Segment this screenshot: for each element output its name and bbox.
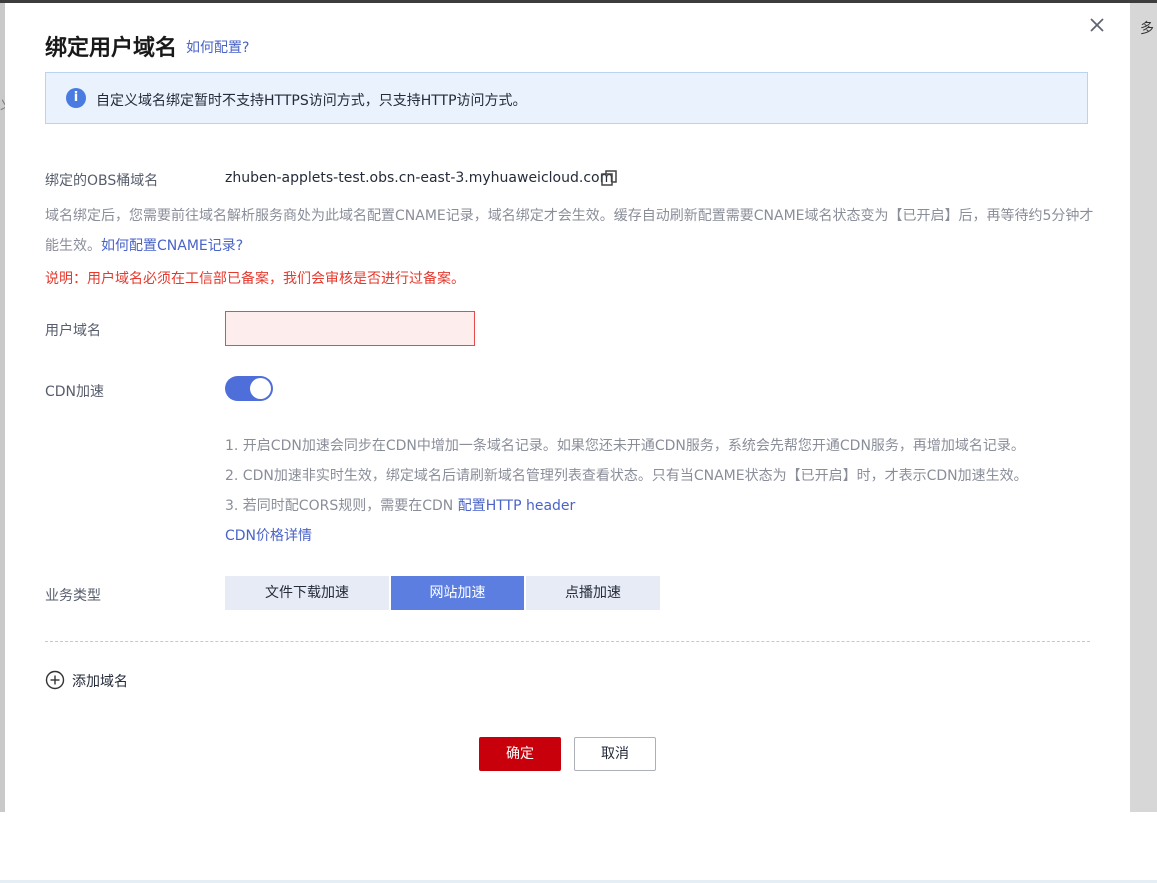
filing-warning: 说明：用户域名必须在工信部已备案，我们会审核是否进行过备案。: [45, 271, 465, 287]
business-option-file-download[interactable]: 文件下载加速: [225, 576, 389, 610]
bind-domain-dialog: 绑定用户域名 如何配置? i 自定义域名绑定暂时不支持HTTPS访问方式，只支持…: [5, 3, 1130, 812]
cdn-note-3: 3. 若同时配CORS规则，需要在CDN 配置HTTP header: [225, 491, 1028, 521]
page-background-right: [1130, 3, 1157, 812]
business-option-vod[interactable]: 点播加速: [526, 576, 660, 610]
page-bottom-area: [0, 812, 1157, 883]
divider: [45, 641, 1090, 642]
add-domain-label: 添加域名: [72, 674, 128, 690]
obs-domain-label: 绑定的OBS桶域名: [45, 173, 159, 189]
https-notice: i 自定义域名绑定暂时不支持HTTPS访问方式，只支持HTTP访问方式。: [45, 72, 1088, 124]
cdn-notes: 1. 开启CDN加速会同步在CDN中增加一条域名记录。如果您还未开通CDN服务，…: [225, 431, 1028, 521]
user-domain-label: 用户域名: [45, 323, 101, 339]
cdn-label: CDN加速: [45, 384, 105, 400]
cdn-note-3-text: 3. 若同时配CORS规则，需要在CDN: [225, 498, 458, 514]
notice-text: 自定义域名绑定暂时不支持HTTPS访问方式，只支持HTTP访问方式。: [96, 93, 527, 109]
cancel-button[interactable]: 取消: [574, 737, 656, 771]
user-domain-input[interactable]: [225, 311, 475, 346]
background-more-label: 多: [1140, 21, 1154, 37]
http-header-link[interactable]: 配置HTTP header: [458, 498, 576, 514]
cname-config-link[interactable]: 如何配置CNAME记录?: [101, 238, 243, 254]
cdn-note-1: 1. 开启CDN加速会同步在CDN中增加一条域名记录。如果您还未开通CDN服务，…: [225, 438, 1025, 454]
cdn-toggle-knob: [250, 378, 271, 399]
cname-hint: 域名绑定后，您需要前往域名解析服务商处为此域名配置CNAME记录，域名绑定才会生…: [45, 201, 1095, 261]
plus-circle-icon: [45, 670, 65, 690]
cdn-note-2: 2. CDN加速非实时生效，绑定域名后请刷新域名管理列表查看状态。只有当CNAM…: [225, 468, 1028, 484]
business-option-website[interactable]: 网站加速: [391, 576, 524, 610]
copy-icon[interactable]: [600, 169, 618, 187]
info-icon: i: [66, 88, 86, 108]
how-to-configure-link[interactable]: 如何配置?: [186, 37, 249, 57]
dialog-title: 绑定用户域名: [45, 36, 178, 61]
cdn-price-link[interactable]: CDN价格详情: [225, 525, 312, 545]
close-icon[interactable]: [1088, 16, 1106, 34]
cdn-toggle[interactable]: [225, 376, 273, 401]
obs-domain-value: zhuben-applets-test.obs.cn-east-3.myhuaw…: [225, 170, 614, 186]
business-type-label: 业务类型: [45, 588, 101, 604]
confirm-button[interactable]: 确定: [479, 737, 561, 771]
